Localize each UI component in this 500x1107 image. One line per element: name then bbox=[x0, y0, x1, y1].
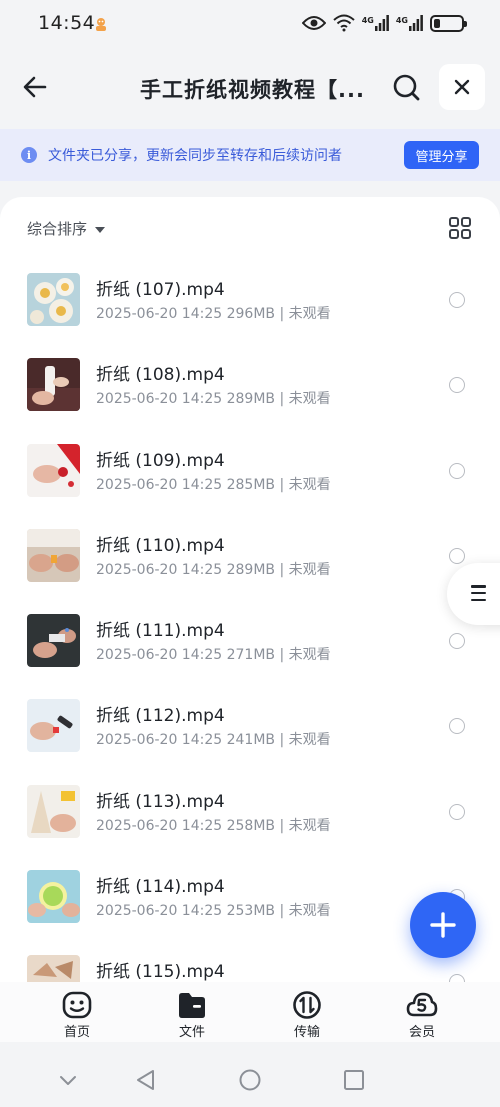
file-name: 折纸 (109).mp4 bbox=[96, 450, 225, 471]
file-row[interactable]: 折纸 (107).mp4 2025-06-20 14:25 296MB | 未观… bbox=[0, 259, 500, 344]
chevron-down-icon[interactable] bbox=[55, 1067, 81, 1093]
wifi-icon bbox=[333, 14, 355, 32]
file-meta: 2025-06-20 14:25 285MB | 未观看 bbox=[96, 476, 331, 493]
battery-icon bbox=[430, 14, 467, 32]
share-notice-text: 文件夹已分享，更新会同步至转存和后续访问者 bbox=[48, 148, 342, 164]
file-row[interactable]: 折纸 (110).mp4 2025-06-20 14:25 289MB | 未观… bbox=[0, 515, 500, 600]
video-thumbnail bbox=[27, 614, 80, 668]
page-title: 手工折纸视频教程【... bbox=[140, 78, 365, 102]
file-name: 折纸 (114).mp4 bbox=[96, 877, 225, 898]
nav-vip[interactable]: 会员 bbox=[392, 990, 452, 1040]
file-name: 折纸 (111).mp4 bbox=[96, 621, 225, 642]
nav-files[interactable]: 文件 bbox=[162, 990, 222, 1040]
signal-strength-2: 4G bbox=[396, 15, 423, 31]
select-radio[interactable] bbox=[449, 462, 465, 479]
signal-strength-1: 4G bbox=[362, 15, 389, 31]
system-recents-icon[interactable] bbox=[341, 1067, 367, 1093]
app-notification-icon bbox=[96, 18, 106, 31]
video-thumbnail bbox=[27, 443, 80, 497]
file-name: 折纸 (115).mp4 bbox=[96, 962, 225, 982]
system-back-icon[interactable] bbox=[133, 1067, 159, 1093]
video-thumbnail bbox=[27, 784, 80, 838]
file-row[interactable]: 折纸 (108).mp4 2025-06-20 14:25 289MB | 未观… bbox=[0, 344, 500, 429]
select-radio[interactable] bbox=[449, 547, 465, 564]
close-button[interactable] bbox=[439, 64, 485, 110]
video-thumbnail bbox=[27, 699, 80, 753]
file-name: 折纸 (108).mp4 bbox=[96, 365, 225, 386]
file-name: 折纸 (112).mp4 bbox=[96, 706, 225, 727]
file-list: 折纸 (107).mp4 2025-06-20 14:25 296MB | 未观… bbox=[0, 259, 500, 982]
file-row[interactable]: 折纸 (109).mp4 2025-06-20 14:25 285MB | 未观… bbox=[0, 430, 500, 515]
bottom-navigation: 首页 文件 传输 会员 bbox=[0, 982, 500, 1042]
file-row[interactable]: 折纸 (113).mp4 2025-06-20 14:25 258MB | 未观… bbox=[0, 771, 500, 856]
add-button[interactable] bbox=[410, 892, 476, 958]
plus-icon bbox=[430, 912, 456, 938]
nav-home[interactable]: 首页 bbox=[47, 990, 107, 1040]
system-navigation-bar bbox=[0, 1047, 500, 1107]
nav-transfer-label: 传输 bbox=[293, 1025, 320, 1040]
file-list-panel: 综合排序 折纸 (107).mp4 2025-06-20 14:25 296MB… bbox=[0, 197, 500, 982]
status-icons: 4G 4G bbox=[301, 12, 467, 34]
video-thumbnail bbox=[27, 273, 80, 326]
file-meta: 2025-06-20 14:25 289MB | 未观看 bbox=[96, 391, 331, 408]
video-thumbnail bbox=[27, 870, 80, 924]
vip-cloud-icon bbox=[406, 992, 438, 1017]
nav-home-label: 首页 bbox=[63, 1025, 90, 1040]
select-radio[interactable] bbox=[449, 633, 465, 650]
close-icon bbox=[454, 79, 470, 95]
select-radio[interactable] bbox=[449, 292, 465, 308]
side-menu-tab[interactable] bbox=[447, 563, 500, 625]
nav-vip-label: 会员 bbox=[408, 1025, 435, 1040]
sort-label: 综合排序 bbox=[27, 220, 88, 238]
file-meta: 2025-06-20 14:25 241MB | 未观看 bbox=[96, 732, 331, 749]
menu-lines-icon bbox=[471, 585, 486, 601]
back-arrow-icon[interactable] bbox=[18, 69, 54, 105]
select-radio[interactable] bbox=[449, 974, 465, 982]
nav-transfer[interactable]: 传输 bbox=[277, 990, 337, 1040]
status-bar: 14:54 4G 4G bbox=[0, 0, 500, 50]
system-home-icon[interactable] bbox=[237, 1067, 263, 1093]
file-name: 折纸 (113).mp4 bbox=[96, 791, 225, 812]
video-thumbnail bbox=[27, 358, 80, 412]
grid-view-icon[interactable] bbox=[449, 217, 471, 239]
file-name: 折纸 (107).mp4 bbox=[96, 280, 225, 300]
eye-icon bbox=[301, 16, 326, 30]
manage-share-button[interactable]: 管理分享 bbox=[404, 141, 479, 169]
signal-bars-icon bbox=[409, 15, 423, 31]
share-notice-banner: i 文件夹已分享，更新会同步至转存和后续访问者 管理分享 bbox=[0, 129, 500, 181]
file-meta: 2025-06-20 14:25 253MB | 未观看 bbox=[96, 903, 331, 920]
folder-icon bbox=[179, 993, 205, 1018]
select-radio[interactable] bbox=[449, 377, 465, 394]
search-icon[interactable] bbox=[388, 69, 424, 105]
file-meta: 2025-06-20 14:25 296MB | 未观看 bbox=[96, 306, 331, 322]
info-icon: i bbox=[21, 147, 37, 163]
status-time: 14:54 bbox=[38, 12, 96, 34]
file-meta: 2025-06-20 14:25 271MB | 未观看 bbox=[96, 647, 331, 664]
file-name: 折纸 (110).mp4 bbox=[96, 535, 225, 556]
signal-bars-icon bbox=[374, 15, 389, 31]
caret-down-icon bbox=[95, 226, 106, 233]
select-radio[interactable] bbox=[449, 718, 465, 735]
nav-files-label: 文件 bbox=[178, 1025, 205, 1040]
video-thumbnail bbox=[27, 955, 80, 982]
file-row[interactable]: 折纸 (111).mp4 2025-06-20 14:25 271MB | 未观… bbox=[0, 600, 500, 685]
select-radio[interactable] bbox=[449, 803, 465, 820]
sort-dropdown[interactable]: 综合排序 bbox=[27, 218, 106, 239]
home-face-icon bbox=[62, 991, 92, 1019]
file-row[interactable]: 折纸 (112).mp4 2025-06-20 14:25 241MB | 未观… bbox=[0, 685, 500, 770]
video-thumbnail bbox=[27, 528, 80, 582]
top-app-bar: 手工折纸视频教程【... bbox=[0, 55, 500, 121]
transfer-icon bbox=[293, 991, 321, 1019]
file-meta: 2025-06-20 14:25 289MB | 未观看 bbox=[96, 561, 331, 578]
file-meta: 2025-06-20 14:25 258MB | 未观看 bbox=[96, 817, 331, 834]
